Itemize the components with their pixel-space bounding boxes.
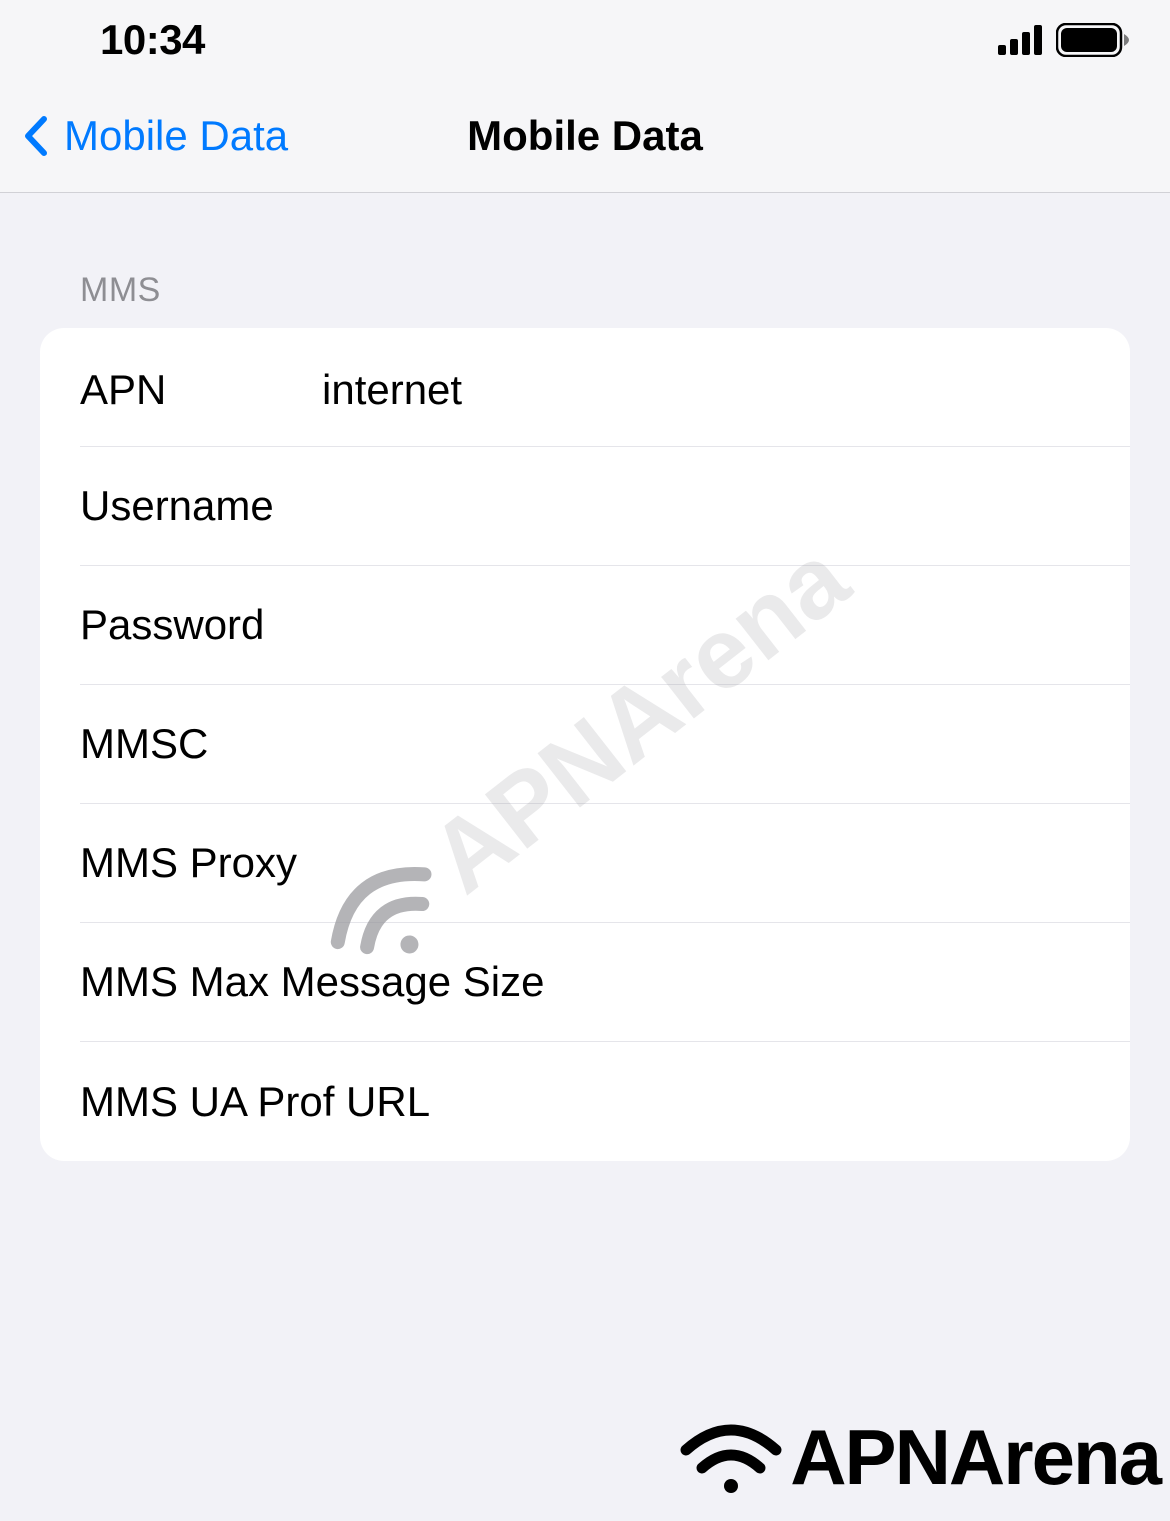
settings-row-mmsc[interactable]: MMSC [40,685,1130,804]
status-time: 10:34 [100,16,205,64]
password-field[interactable] [322,601,1130,649]
back-button[interactable]: Mobile Data [0,112,288,160]
mmsc-field[interactable] [322,720,1130,768]
back-label: Mobile Data [64,112,288,160]
row-label: APN [80,366,320,414]
row-label: MMS Proxy [80,839,320,887]
row-label: MMS UA Prof URL [80,1078,430,1126]
settings-row-mms-proxy[interactable]: MMS Proxy [40,804,1130,923]
status-right [998,23,1130,57]
row-label: Username [80,482,320,530]
chevron-left-icon [20,115,52,157]
row-label: Password [80,601,320,649]
settings-row-mms-max-size[interactable]: MMS Max Message Size [40,923,1130,1042]
settings-row-apn[interactable]: APN [40,328,1130,447]
mms-max-size-field[interactable] [546,958,1130,1006]
battery-icon [1056,23,1130,57]
row-label: MMS Max Message Size [80,958,544,1006]
section-header-mms: MMS [0,193,1170,328]
brand-text: APNArena [790,1412,1160,1503]
mms-ua-prof-field[interactable] [432,1078,1130,1126]
wifi-icon [678,1418,784,1498]
cellular-signal-icon [998,25,1044,55]
nav-bar: Mobile Data Mobile Data [0,80,1170,193]
apn-field[interactable] [322,366,1130,414]
settings-row-password[interactable]: Password [40,566,1130,685]
nav-title: Mobile Data [467,112,703,160]
settings-card: APN Username Password MMSC MMS Proxy MMS [40,328,1130,1161]
mms-proxy-field[interactable] [322,839,1130,887]
status-bar: 10:34 [0,0,1170,80]
brand: APNArena [678,1412,1160,1503]
settings-row-username[interactable]: Username [40,447,1130,566]
username-field[interactable] [322,482,1130,530]
settings-row-mms-ua-prof[interactable]: MMS UA Prof URL [40,1042,1130,1161]
row-label: MMSC [80,720,320,768]
